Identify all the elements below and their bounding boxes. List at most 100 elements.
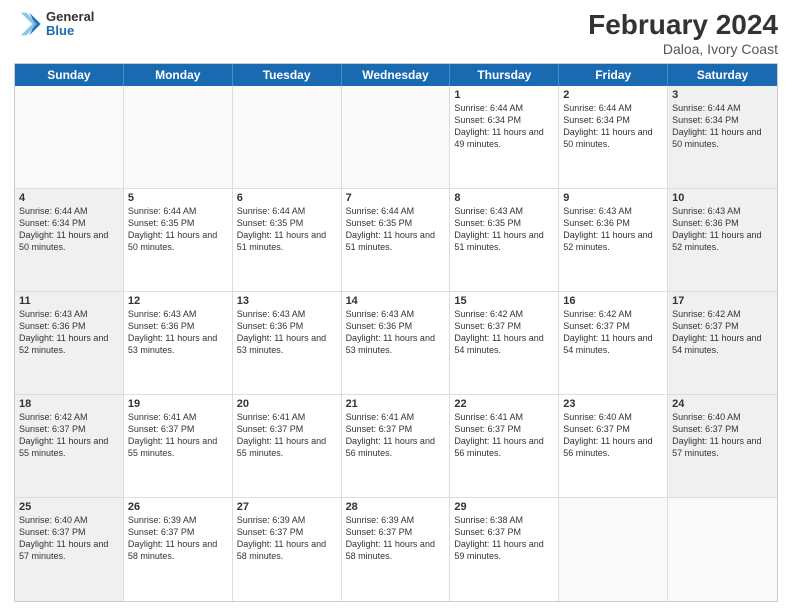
calendar-header: SundayMondayTuesdayWednesdayThursdayFrid… (15, 64, 777, 86)
day-info: Sunrise: 6:41 AM Sunset: 6:37 PM Dayligh… (454, 411, 554, 460)
logo-icon (14, 10, 42, 38)
day-number: 6 (237, 192, 337, 204)
calendar-cell: 29Sunrise: 6:38 AM Sunset: 6:37 PM Dayli… (450, 498, 559, 601)
day-number: 29 (454, 501, 554, 513)
logo-blue: Blue (46, 24, 94, 38)
day-info: Sunrise: 6:43 AM Sunset: 6:36 PM Dayligh… (237, 308, 337, 357)
day-number: 19 (128, 398, 228, 410)
calendar-cell: 18Sunrise: 6:42 AM Sunset: 6:37 PM Dayli… (15, 395, 124, 497)
calendar-cell: 12Sunrise: 6:43 AM Sunset: 6:36 PM Dayli… (124, 292, 233, 394)
calendar-cell: 24Sunrise: 6:40 AM Sunset: 6:37 PM Dayli… (668, 395, 777, 497)
day-info: Sunrise: 6:41 AM Sunset: 6:37 PM Dayligh… (128, 411, 228, 460)
calendar-cell: 7Sunrise: 6:44 AM Sunset: 6:35 PM Daylig… (342, 189, 451, 291)
calendar-cell: 9Sunrise: 6:43 AM Sunset: 6:36 PM Daylig… (559, 189, 668, 291)
day-number: 10 (672, 192, 773, 204)
calendar-cell: 6Sunrise: 6:44 AM Sunset: 6:35 PM Daylig… (233, 189, 342, 291)
calendar-cell: 15Sunrise: 6:42 AM Sunset: 6:37 PM Dayli… (450, 292, 559, 394)
calendar-cell: 3Sunrise: 6:44 AM Sunset: 6:34 PM Daylig… (668, 86, 777, 188)
day-number: 23 (563, 398, 663, 410)
day-number: 1 (454, 89, 554, 101)
calendar-cell: 10Sunrise: 6:43 AM Sunset: 6:36 PM Dayli… (668, 189, 777, 291)
day-number: 12 (128, 295, 228, 307)
header: General Blue February 2024 Daloa, Ivory … (14, 10, 778, 57)
day-info: Sunrise: 6:44 AM Sunset: 6:34 PM Dayligh… (672, 102, 773, 151)
day-number: 18 (19, 398, 119, 410)
day-number: 20 (237, 398, 337, 410)
day-number: 16 (563, 295, 663, 307)
page: General Blue February 2024 Daloa, Ivory … (0, 0, 792, 612)
calendar-cell: 21Sunrise: 6:41 AM Sunset: 6:37 PM Dayli… (342, 395, 451, 497)
day-info: Sunrise: 6:39 AM Sunset: 6:37 PM Dayligh… (237, 514, 337, 563)
calendar-cell: 2Sunrise: 6:44 AM Sunset: 6:34 PM Daylig… (559, 86, 668, 188)
weekday-header: Tuesday (233, 64, 342, 86)
calendar-row: 11 Sunrise: 6:43 AM Sunset: 6:36 PM Dayli… (15, 292, 777, 395)
calendar-cell: 19Sunrise: 6:41 AM Sunset: 6:37 PM Dayli… (124, 395, 233, 497)
day-info: Sunrise: 6:39 AM Sunset: 6:37 PM Dayligh… (346, 514, 446, 563)
day-info: Sunrise: 6:43 AM Sunset: 6:36 PM Dayligh… (346, 308, 446, 357)
day-info: Sunrise: 6:39 AM Sunset: 6:37 PM Dayligh… (128, 514, 228, 563)
day-info: Sunrise: 6:44 AM Sunset: 6:35 PM Dayligh… (128, 205, 228, 254)
calendar-cell (559, 498, 668, 601)
weekday-header: Monday (124, 64, 233, 86)
calendar-cell: 22Sunrise: 6:41 AM Sunset: 6:37 PM Dayli… (450, 395, 559, 497)
day-info: Sunrise: 6:38 AM Sunset: 6:37 PM Dayligh… (454, 514, 554, 563)
calendar-title: February 2024 (588, 10, 778, 41)
calendar-cell: 17Sunrise: 6:42 AM Sunset: 6:37 PM Dayli… (668, 292, 777, 394)
calendar-body: 1Sunrise: 6:44 AM Sunset: 6:34 PM Daylig… (15, 86, 777, 601)
calendar-subtitle: Daloa, Ivory Coast (588, 41, 778, 57)
calendar-cell: 25Sunrise: 6:40 AM Sunset: 6:37 PM Dayli… (15, 498, 124, 601)
calendar-cell: 1Sunrise: 6:44 AM Sunset: 6:34 PM Daylig… (450, 86, 559, 188)
day-number: 15 (454, 295, 554, 307)
day-info: Sunrise: 6:41 AM Sunset: 6:37 PM Dayligh… (237, 411, 337, 460)
logo-text: General Blue (46, 10, 94, 39)
day-number: 26 (128, 501, 228, 513)
day-number: 11 (19, 295, 119, 307)
day-info: Sunrise: 6:44 AM Sunset: 6:34 PM Dayligh… (454, 102, 554, 151)
calendar-row: 4Sunrise: 6:44 AM Sunset: 6:34 PM Daylig… (15, 189, 777, 292)
day-number: 17 (672, 295, 773, 307)
title-block: February 2024 Daloa, Ivory Coast (588, 10, 778, 57)
logo-general: General (46, 10, 94, 24)
calendar-cell: 23Sunrise: 6:40 AM Sunset: 6:37 PM Dayli… (559, 395, 668, 497)
calendar: SundayMondayTuesdayWednesdayThursdayFrid… (14, 63, 778, 602)
day-number: 14 (346, 295, 446, 307)
calendar-cell: 5Sunrise: 6:44 AM Sunset: 6:35 PM Daylig… (124, 189, 233, 291)
calendar-cell (668, 498, 777, 601)
calendar-cell: 13Sunrise: 6:43 AM Sunset: 6:36 PM Dayli… (233, 292, 342, 394)
calendar-cell: 26Sunrise: 6:39 AM Sunset: 6:37 PM Dayli… (124, 498, 233, 601)
calendar-row: 25Sunrise: 6:40 AM Sunset: 6:37 PM Dayli… (15, 498, 777, 601)
day-number: 3 (672, 89, 773, 101)
calendar-cell: 20Sunrise: 6:41 AM Sunset: 6:37 PM Dayli… (233, 395, 342, 497)
day-info: Sunrise: 6:40 AM Sunset: 6:37 PM Dayligh… (563, 411, 663, 460)
calendar-cell (233, 86, 342, 188)
calendar-cell: 14Sunrise: 6:43 AM Sunset: 6:36 PM Dayli… (342, 292, 451, 394)
day-info: Sunrise: 6:44 AM Sunset: 6:34 PM Dayligh… (563, 102, 663, 151)
day-number: 21 (346, 398, 446, 410)
day-info: Sunrise: 6:43 AM Sunset: 6:36 PM Dayligh… (563, 205, 663, 254)
logo: General Blue (14, 10, 94, 39)
day-info: Sunrise: 6:44 AM Sunset: 6:35 PM Dayligh… (237, 205, 337, 254)
day-info: Sunrise: 6:40 AM Sunset: 6:37 PM Dayligh… (672, 411, 773, 460)
weekday-header: Sunday (15, 64, 124, 86)
weekday-header: Wednesday (342, 64, 451, 86)
day-number: 8 (454, 192, 554, 204)
calendar-row: 1Sunrise: 6:44 AM Sunset: 6:34 PM Daylig… (15, 86, 777, 189)
day-info: Sunrise: 6:41 AM Sunset: 6:37 PM Dayligh… (346, 411, 446, 460)
day-info: Sunrise: 6:42 AM Sunset: 6:37 PM Dayligh… (563, 308, 663, 357)
calendar-cell: 8Sunrise: 6:43 AM Sunset: 6:35 PM Daylig… (450, 189, 559, 291)
day-number: 5 (128, 192, 228, 204)
day-info: Sunrise: 6:43 AM Sunset: 6:36 PM Dayligh… (672, 205, 773, 254)
calendar-row: 18Sunrise: 6:42 AM Sunset: 6:37 PM Dayli… (15, 395, 777, 498)
calendar-cell (15, 86, 124, 188)
day-info: Sunrise: 6:42 AM Sunset: 6:37 PM Dayligh… (454, 308, 554, 357)
calendar-cell: 27Sunrise: 6:39 AM Sunset: 6:37 PM Dayli… (233, 498, 342, 601)
day-number: 24 (672, 398, 773, 410)
calendar-cell: 11Sunrise: 6:43 AM Sunset: 6:36 PM Dayli… (15, 292, 124, 394)
weekday-header: Saturday (668, 64, 777, 86)
day-number: 28 (346, 501, 446, 513)
day-number: 4 (19, 192, 119, 204)
day-info: Sunrise: 6:43 AM Sunset: 6:35 PM Dayligh… (454, 205, 554, 254)
day-number: 22 (454, 398, 554, 410)
day-number: 27 (237, 501, 337, 513)
calendar-cell (124, 86, 233, 188)
